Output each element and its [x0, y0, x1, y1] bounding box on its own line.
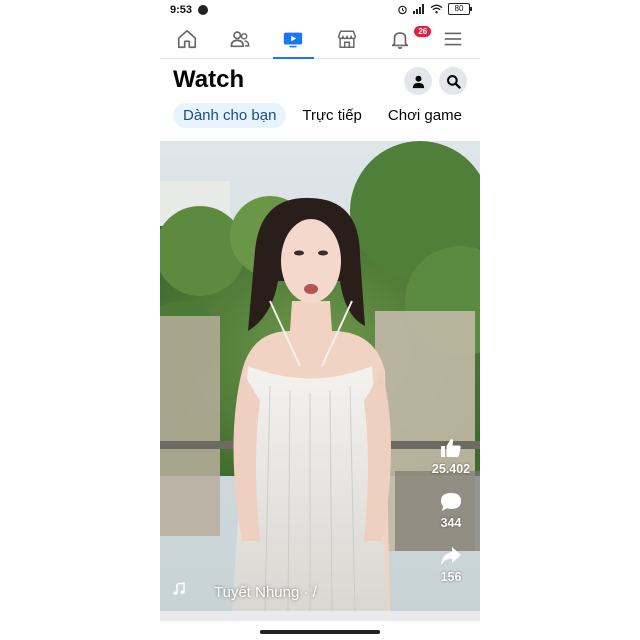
top-navigation: 26 — [160, 20, 480, 59]
next-video-edge — [160, 611, 480, 621]
wifi-icon — [430, 4, 443, 14]
share-icon — [441, 547, 461, 565]
status-icons: 80 — [397, 3, 472, 15]
nav-friends[interactable] — [213, 20, 266, 58]
thumbs-up-icon — [441, 439, 461, 457]
alarm-icon — [398, 5, 407, 14]
person-icon — [412, 75, 424, 88]
video-actions: 25.402 344 156 — [428, 436, 474, 598]
video-author[interactable]: Tuyết Nhung · / — [214, 584, 317, 601]
like-button[interactable]: 25.402 — [428, 436, 474, 476]
comment-button[interactable]: 344 — [428, 490, 474, 530]
watch-icon — [284, 32, 303, 48]
signal-icon — [413, 4, 424, 14]
nav-notifications[interactable]: 26 — [373, 20, 433, 58]
watch-tabs: Dành cho bạn Trực tiếp Chơi game — [173, 102, 478, 128]
tab-live[interactable]: Trực tiếp — [292, 103, 372, 128]
search-button[interactable] — [439, 67, 467, 95]
tab-gaming[interactable]: Chơi game — [378, 103, 472, 128]
tab-for-you[interactable]: Dành cho bạn — [173, 102, 287, 128]
home-gesture-bar[interactable] — [260, 630, 380, 634]
bell-icon — [391, 32, 409, 49]
friends-icon — [230, 31, 250, 48]
phone-screen: 9:53 80 26 Watch Dành cho bạn Trực tiếp … — [160, 0, 480, 640]
home-icon — [177, 29, 196, 49]
status-time: 9:53 — [170, 4, 193, 16]
share-button[interactable]: 156 — [428, 544, 474, 584]
search-icon — [446, 74, 461, 89]
page-title: Watch — [173, 66, 245, 93]
comment-count: 344 — [440, 516, 462, 530]
video-player[interactable]: 25.402 344 156 Tuyết Nhung · / — [160, 141, 480, 611]
battery-indicator: 80 — [448, 3, 472, 15]
nav-home[interactable] — [160, 20, 213, 58]
like-count: 25.402 — [431, 462, 471, 476]
share-count: 156 — [440, 570, 462, 584]
music-note-icon — [173, 582, 185, 595]
marketplace-icon — [337, 30, 356, 48]
status-bar: 9:53 80 — [160, 0, 480, 20]
profile-button[interactable] — [404, 67, 432, 95]
comment-icon — [441, 493, 461, 511]
watch-header: Watch — [160, 60, 480, 100]
nav-menu[interactable] — [427, 20, 480, 58]
nav-marketplace[interactable] — [320, 20, 373, 58]
messenger-status-icon — [198, 5, 208, 15]
menu-icon — [445, 32, 462, 46]
nav-watch[interactable] — [267, 20, 320, 59]
